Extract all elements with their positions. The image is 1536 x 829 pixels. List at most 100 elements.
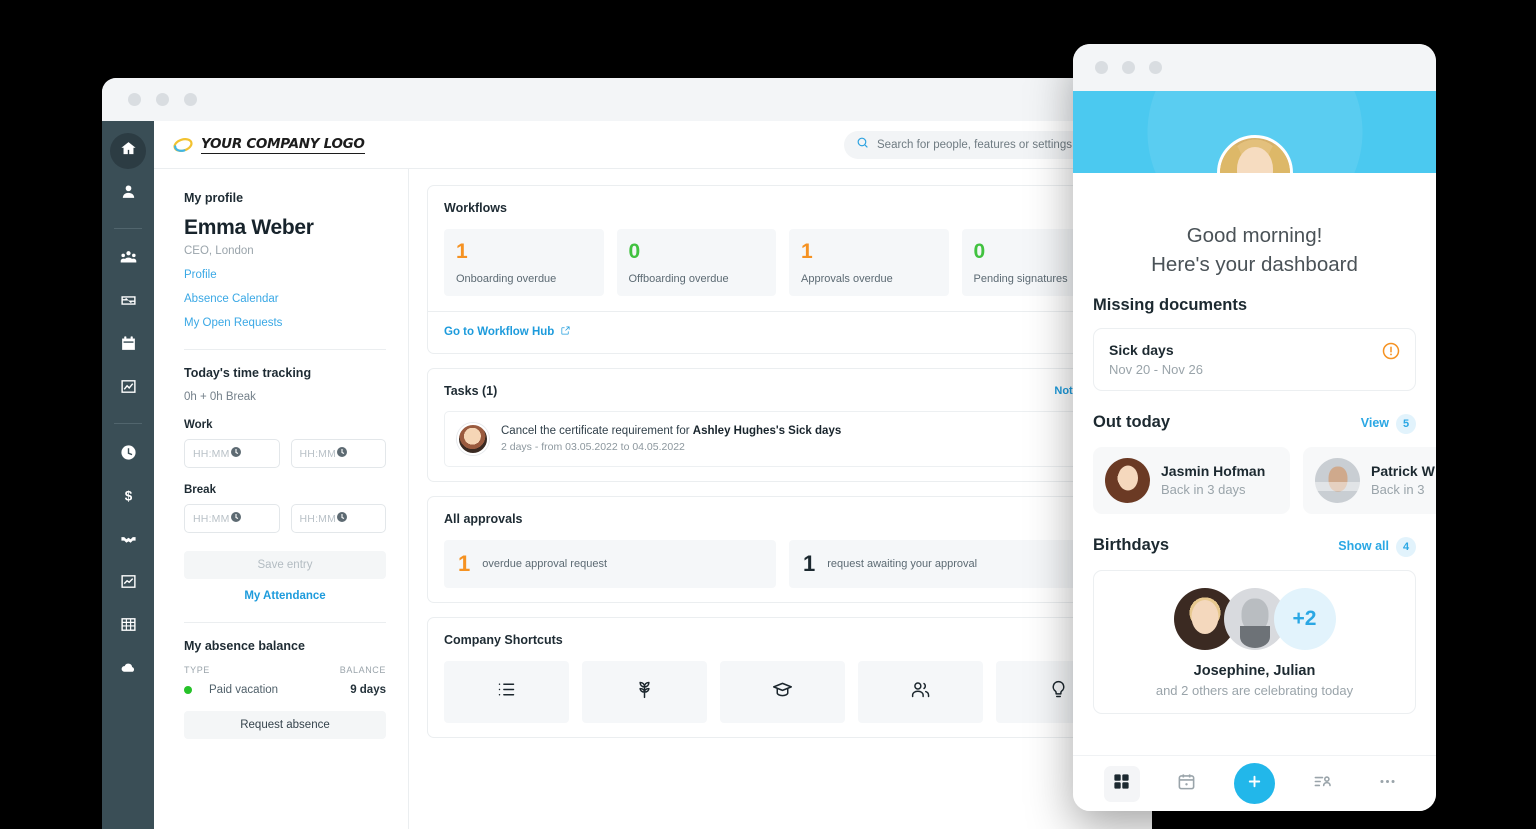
- request-absence-button[interactable]: Request absence: [184, 711, 386, 739]
- birthdays-show-all-link[interactable]: Show all: [1338, 539, 1389, 553]
- person-name: Patrick W: [1371, 463, 1435, 480]
- sidebar-item-people[interactable]: [110, 242, 146, 278]
- sidebar-item-analytics[interactable]: [110, 566, 146, 602]
- absence-calendar-link[interactable]: Absence Calendar: [184, 293, 386, 305]
- workflow-hub-link[interactable]: Go to Workflow Hub: [444, 325, 1121, 339]
- clock-icon: [120, 444, 137, 466]
- work-start-input[interactable]: HH:MM: [184, 439, 280, 468]
- break-start-input[interactable]: HH:MM: [184, 504, 280, 533]
- kpi-label: Approvals overdue: [801, 273, 893, 285]
- avatar-beard: [1239, 626, 1270, 649]
- external-link-icon: [560, 325, 571, 339]
- clock-icon: [336, 445, 348, 463]
- shortcut-wellbeing[interactable]: [582, 661, 707, 723]
- tasks-header: Tasks (1) Notifications: [444, 384, 1121, 398]
- sidebar-item-benefits[interactable]: [110, 523, 146, 559]
- nav-calendar-button[interactable]: [1169, 766, 1205, 802]
- kpi-value: 1: [801, 240, 813, 263]
- card-divider: [428, 311, 1137, 312]
- approvals-title: All approvals: [444, 512, 523, 526]
- task-text-wrap: Cancel the certificate requirement for A…: [501, 425, 841, 453]
- birthdays-count-badge: 4: [1396, 536, 1416, 557]
- list-item[interactable]: Sick days Nov 20 - Nov 26: [1093, 327, 1416, 391]
- profile-side-panel: My profile Emma Weber CEO, London Profil…: [154, 169, 409, 829]
- my-attendance-link[interactable]: My Attendance: [184, 590, 386, 602]
- work-start-placeholder: HH:MM: [193, 447, 230, 460]
- profile-name: Emma Weber: [184, 216, 314, 239]
- list-item[interactable]: Patrick W Back in 3: [1303, 446, 1436, 514]
- sidebar-item-apps[interactable]: [110, 609, 146, 645]
- avatar-face: [1117, 465, 1138, 491]
- panel-divider-1: [184, 349, 386, 350]
- out-today-view-link[interactable]: View: [1361, 416, 1389, 430]
- shortcut-people[interactable]: [858, 661, 983, 723]
- document-dates: Nov 20 - Nov 26: [1109, 361, 1203, 377]
- save-entry-button[interactable]: Save entry: [184, 551, 386, 579]
- sidebar-item-payroll[interactable]: $: [110, 480, 146, 516]
- nav-requests-button[interactable]: [1304, 766, 1340, 802]
- kpi-value: 1: [456, 240, 468, 263]
- out-today-list: Jasmin Hofman Back in 3 days Patrick W B…: [1093, 446, 1436, 514]
- graduation-cap-icon: [772, 679, 793, 705]
- my-open-requests-link[interactable]: My Open Requests: [184, 317, 386, 329]
- sidebar-item-cloud[interactable]: [110, 652, 146, 688]
- svg-text:$: $: [124, 488, 132, 503]
- people-icon: [910, 679, 931, 705]
- absence-balance-title: My absence balance: [184, 639, 305, 653]
- my-profile-label: My profile: [184, 191, 244, 205]
- search-icon: [856, 136, 869, 154]
- mobile-bottom-nav: [1073, 755, 1436, 811]
- more-icon: [1378, 772, 1397, 796]
- sidebar-item-calendar[interactable]: [110, 328, 146, 364]
- chart-icon: [120, 573, 137, 595]
- task-text-prefix: Cancel the certificate requirement for: [501, 425, 693, 437]
- kpi-label: Offboarding overdue: [628, 273, 729, 285]
- shortcut-training[interactable]: [720, 661, 845, 723]
- sidebar-item-attendance[interactable]: [110, 437, 146, 473]
- top-bar: YOUR COMPANY LOGO Search for people, fea…: [154, 121, 1152, 169]
- approval-awaiting-tile[interactable]: 1 request awaiting your approval: [789, 540, 1121, 588]
- sidebar-item-reports[interactable]: [110, 371, 146, 407]
- mobile-titlebar: [1073, 44, 1436, 91]
- approvals-card: All approvals 1 overdue approval request…: [427, 496, 1138, 603]
- reports-icon: [120, 378, 137, 400]
- birthday-subtitle: and 2 others are celebrating today: [1155, 682, 1354, 698]
- shortcut-list[interactable]: [444, 661, 569, 723]
- dashboard-cards: Workflows 1 Onboarding overdue 0 Offboar…: [409, 169, 1152, 829]
- search-placeholder: Search for people, features or settings: [877, 138, 1072, 151]
- avatar-face: [1191, 600, 1218, 635]
- company-logo[interactable]: YOUR COMPANY LOGO: [172, 134, 365, 156]
- approval-overdue-tile[interactable]: 1 overdue approval request: [444, 540, 776, 588]
- break-end-input[interactable]: HH:MM: [290, 504, 386, 533]
- window-maximize-dot[interactable]: [184, 93, 197, 106]
- window-maximize-dot[interactable]: [1149, 61, 1162, 74]
- left-nav-sidebar: $: [102, 121, 154, 829]
- task-text: Cancel the certificate requirement for A…: [501, 425, 841, 437]
- nav-add-button[interactable]: [1233, 763, 1275, 804]
- work-end-input[interactable]: HH:MM: [290, 439, 386, 468]
- window-minimize-dot[interactable]: [156, 93, 169, 106]
- nav-dashboard-button[interactable]: [1103, 765, 1140, 802]
- sidebar-item-profile[interactable]: [110, 176, 146, 212]
- list-item[interactable]: Cancel the certificate requirement for A…: [444, 411, 1121, 467]
- profile-link[interactable]: Profile: [184, 269, 386, 281]
- sidebar-item-home[interactable]: [110, 133, 146, 169]
- kpi-onboarding-overdue[interactable]: 1 Onboarding overdue: [444, 229, 604, 296]
- calendar-icon: [1177, 772, 1196, 796]
- avatar-face: [1236, 146, 1273, 173]
- kpi-approvals-overdue[interactable]: 1 Approvals overdue: [789, 229, 949, 296]
- desktop-window-body: $ YOUR COMPANY LOGO Search for people, f…: [102, 121, 1152, 829]
- missing-documents-title: Missing documents: [1093, 295, 1248, 314]
- window-close-dot[interactable]: [128, 93, 141, 106]
- sidebar-item-recruiting[interactable]: [110, 285, 146, 321]
- list-item[interactable]: Jasmin Hofman Back in 3 days: [1093, 446, 1290, 514]
- kpi-offboarding-overdue[interactable]: 0 Offboarding overdue: [616, 229, 776, 296]
- birthdays-card[interactable]: +2 Josephine, Julian and 2 others are ce…: [1093, 569, 1416, 714]
- out-today-title: Out today: [1093, 412, 1170, 431]
- work-end-placeholder: HH:MM: [299, 447, 337, 460]
- kpi-label: Onboarding overdue: [456, 273, 557, 285]
- window-close-dot[interactable]: [1095, 61, 1108, 74]
- nav-more-button[interactable]: [1369, 766, 1405, 802]
- people-group-icon: [120, 249, 137, 271]
- window-minimize-dot[interactable]: [1122, 61, 1135, 74]
